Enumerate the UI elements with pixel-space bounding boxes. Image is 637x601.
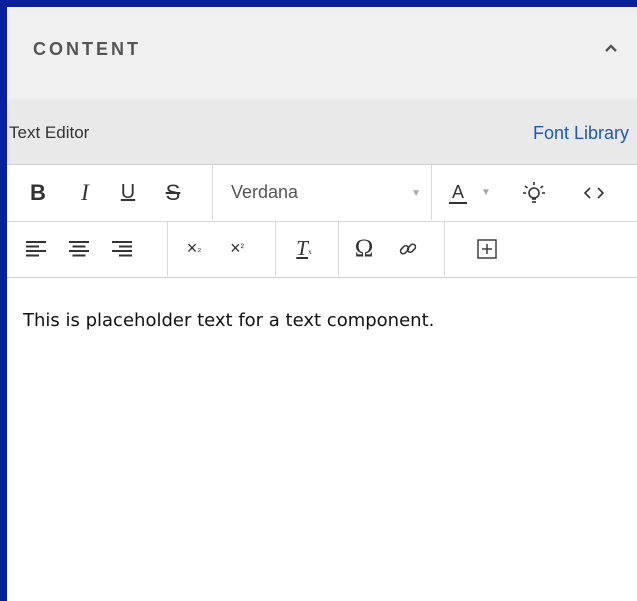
source-code-icon[interactable] — [577, 165, 611, 220]
toolbar-separator — [338, 221, 339, 276]
subscript-glyph: × — [186, 238, 198, 258]
underline-button[interactable]: U — [113, 165, 143, 220]
italic-button[interactable]: I — [70, 165, 100, 220]
superscript-glyph: × — [230, 238, 241, 258]
text-color-caret-icon[interactable]: ▼ — [479, 165, 493, 220]
toolbar-row-2: × ₂ × ² Tₓ Ω — [7, 221, 637, 277]
dropdown-caret-icon: ▼ — [411, 188, 421, 199]
align-right-icon[interactable] — [108, 221, 136, 276]
font-library-link[interactable]: Font Library — [533, 123, 629, 144]
link-icon[interactable] — [391, 221, 425, 276]
toolbar-separator — [444, 221, 445, 276]
clear-format-button[interactable]: Tₓ — [287, 221, 321, 276]
toolbar-separator — [212, 165, 213, 220]
special-character-button[interactable]: Ω — [347, 221, 381, 276]
clear-format-glyph: T — [296, 236, 308, 260]
toolbar-separator — [431, 165, 432, 220]
panel-title: CONTENT — [33, 39, 141, 59]
text-editor-label: Text Editor — [9, 123, 90, 142]
toolbar-separator — [275, 221, 276, 276]
bold-button[interactable]: B — [23, 165, 53, 220]
font-family-select[interactable]: Verdana ▼ — [231, 165, 421, 220]
chevron-up-icon[interactable] — [599, 37, 623, 61]
editor-subbar: Text Editor Font Library — [7, 98, 637, 165]
editor-content-text: This is placeholder text for a text comp… — [23, 310, 435, 331]
text-color-button[interactable]: A — [443, 165, 473, 220]
clear-format-small: ₓ — [307, 240, 312, 256]
strikethrough-button[interactable]: S — [157, 165, 189, 220]
text-color-label: A — [448, 182, 467, 204]
editor-toolbar: B I U S Verdana ▼ A ▼ × ₂ × ² T ₓ Ω — [7, 165, 637, 278]
toolbar-separator — [167, 221, 168, 276]
subscript-button[interactable]: × ₂ — [179, 221, 209, 276]
align-left-icon[interactable] — [22, 221, 50, 276]
superscript-small: ² — [240, 243, 244, 254]
insert-table-icon[interactable] — [473, 221, 501, 276]
editor-content-area[interactable]: This is placeholder text for a text comp… — [7, 278, 637, 601]
subscript-small: ₂ — [197, 243, 202, 254]
toolbar-row-1: B I U S Verdana ▼ A ▼ — [7, 165, 637, 222]
panel-header[interactable]: CONTENT — [7, 7, 637, 98]
font-family-value: Verdana — [231, 182, 299, 202]
lightbulb-icon[interactable] — [519, 165, 549, 220]
align-center-icon[interactable] — [65, 221, 93, 276]
superscript-button[interactable]: × ² — [222, 221, 252, 276]
